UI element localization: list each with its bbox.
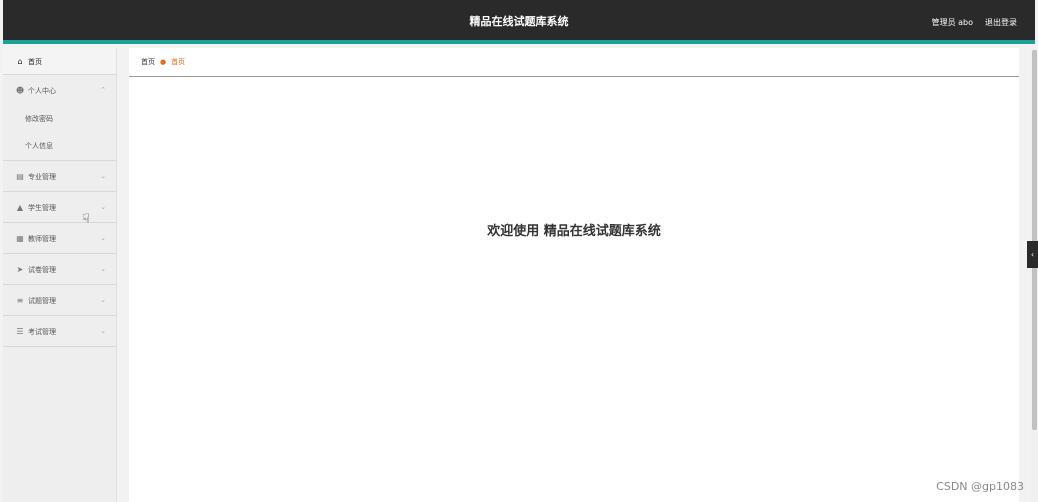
chevron-down-icon: ⌄: [100, 265, 106, 273]
sidebar-item-label: 个人中心: [28, 87, 56, 95]
sidebar-item-label: 试题管理: [28, 297, 56, 305]
scrollbar-thumb[interactable]: [1032, 50, 1037, 430]
sidebar-item-label: 专业管理: [28, 173, 56, 181]
home-icon: ⌂: [17, 57, 23, 66]
top-header: 精品在线试题库系统 管理员 abo 退出登录: [3, 0, 1035, 44]
sidebar-item-personal-center[interactable]: ☻ 个人中心 ⌃: [3, 75, 116, 106]
sidebar-item-student-management[interactable]: ▲ 学生管理 ⌄: [3, 192, 116, 223]
chevron-down-icon: ⌄: [100, 327, 106, 335]
sidebar-subitem-personal-info[interactable]: 个人信息: [3, 133, 116, 160]
chevron-left-icon: ‹: [1030, 250, 1035, 259]
sidebar-item-label: 教师管理: [28, 235, 56, 243]
chevron-down-icon: ⌄: [100, 203, 106, 211]
page-scrollbar[interactable]: [1031, 48, 1038, 502]
main-content: 首页 ● 首页 欢迎使用 精品在线试题库系统: [129, 48, 1019, 502]
breadcrumb-current: 首页: [171, 58, 186, 66]
id-card-icon: ▤: [16, 172, 24, 181]
app-title: 精品在线试题库系统: [469, 15, 569, 28]
sidebar-item-label: 首页: [28, 58, 42, 66]
sidebar: ⌂ 首页 ☻ 个人中心 ⌃ 修改密码 个人信息 ▤ 专业管理 ⌄ ▲ 学生管理 ⌄ ▦ 教…: [3, 48, 117, 502]
list-icon: ≡: [16, 296, 24, 305]
hand-cursor-icon: ☟: [82, 212, 90, 227]
sidebar-item-teacher-management[interactable]: ▦ 教师管理 ⌄: [3, 223, 116, 254]
sidebar-item-label: 学生管理: [28, 204, 56, 212]
breadcrumb: 首页 ● 首页: [129, 48, 1019, 77]
submenu-personal-center: 修改密码 个人信息: [3, 106, 116, 161]
header-user-area: 管理员 abo 退出登录: [932, 0, 1017, 44]
breadcrumb-home-link[interactable]: 首页: [141, 58, 155, 66]
welcome-message: 欢迎使用 精品在线试题库系统: [487, 224, 661, 239]
chevron-down-icon: ⌄: [100, 296, 106, 304]
home-icon: ●: [160, 58, 167, 66]
collapse-toggle-button[interactable]: ‹: [1027, 241, 1038, 268]
chevron-up-icon: ⌃: [100, 86, 106, 94]
sidebar-item-paper-management[interactable]: ➤ 试卷管理 ⌄: [3, 254, 116, 285]
logout-button[interactable]: 退出登录: [985, 0, 1017, 44]
sidebar-item-exam-management[interactable]: ☰ 考试管理 ⌄: [3, 316, 116, 347]
sidebar-item-label: 考试管理: [28, 328, 56, 336]
sliders-icon: ☰: [16, 327, 24, 336]
current-user-label: 管理员 abo: [931, 18, 973, 27]
student-icon: ▲: [16, 203, 24, 212]
sidebar-subitem-change-password[interactable]: 修改密码: [3, 106, 116, 133]
chevron-down-icon: ⌄: [100, 172, 106, 180]
sidebar-item-major-management[interactable]: ▤ 专业管理 ⌄: [3, 161, 116, 192]
sidebar-item-label: 试卷管理: [28, 266, 56, 274]
paper-plane-icon: ➤: [16, 265, 24, 274]
teacher-icon: ▦: [16, 234, 24, 243]
watermark: CSDN @gp1083: [936, 480, 1024, 493]
sidebar-item-home[interactable]: ⌂ 首页: [3, 48, 116, 75]
sidebar-item-question-management[interactable]: ≡ 试题管理 ⌄: [3, 285, 116, 316]
chevron-down-icon: ⌄: [100, 234, 106, 242]
user-icon: ☻: [15, 86, 25, 95]
app-window: 精品在线试题库系统 管理员 abo 退出登录 ⌂ 首页 ☻ 个人中心 ⌃ 修改密码 …: [0, 0, 1038, 502]
